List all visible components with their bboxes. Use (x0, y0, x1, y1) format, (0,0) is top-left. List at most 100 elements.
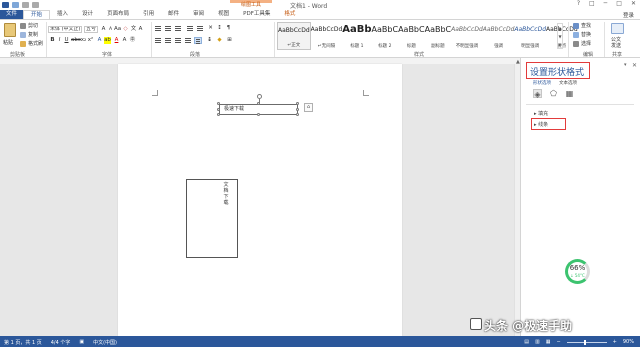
tab-insert[interactable]: 插入 (50, 10, 75, 19)
style-item[interactable]: AaBbC 标题 (398, 22, 425, 50)
styles-scroll[interactable]: ▲ ▼ ▾ (557, 23, 563, 49)
char-border-icon[interactable]: A (137, 26, 144, 33)
zoom-slider[interactable] (566, 339, 607, 345)
change-case-button[interactable]: Aa (114, 26, 121, 33)
read-mode-icon[interactable]: ▤ (524, 339, 529, 345)
resize-handle[interactable] (217, 102, 220, 105)
shading-icon[interactable]: ◆ (216, 37, 223, 44)
font-size-select[interactable]: 五号 (84, 26, 98, 33)
replace-button[interactable]: 替换 (573, 31, 591, 38)
language[interactable]: 中文(中国) (93, 339, 117, 346)
pane-close-icon[interactable]: ✕ (632, 62, 637, 69)
zoom-level[interactable]: 90% (623, 339, 634, 345)
resize-handle[interactable] (296, 113, 299, 116)
clear-format-icon[interactable]: ◇ (122, 26, 129, 33)
maximize-button[interactable]: □ (616, 0, 622, 7)
redo-icon[interactable] (32, 2, 39, 8)
zoom-thumb[interactable] (583, 339, 586, 345)
help-button[interactable]: ? (577, 0, 580, 7)
style-item[interactable]: AaBbCcDd 不明显强调 (451, 22, 483, 50)
layout-options-button[interactable]: ⌂ (304, 103, 313, 112)
resize-handle[interactable] (257, 113, 260, 116)
bold-button[interactable]: B (49, 37, 56, 44)
copy-button[interactable]: 复制 (20, 31, 38, 38)
sort-icon[interactable]: ↕ (216, 25, 223, 32)
tab-shape-options[interactable]: 形状选项 (533, 80, 551, 86)
tab-view[interactable]: 视图 (211, 10, 236, 19)
print-layout-icon[interactable]: ▥ (535, 339, 540, 345)
minimize-button[interactable]: ─ (604, 0, 608, 7)
phonetic-guide-icon[interactable]: 文 (130, 26, 137, 33)
undo-icon[interactable] (22, 2, 29, 8)
fill-line-icon[interactable]: ◈ (533, 89, 542, 99)
line-spacing-icon[interactable]: ↨ (206, 37, 213, 44)
tab-review[interactable]: 审阅 (186, 10, 211, 19)
tab-format[interactable]: 格式 (277, 10, 302, 19)
chevron-up-icon[interactable]: ▲ (558, 26, 561, 31)
style-item[interactable]: AaBbC 标题 2 (372, 22, 399, 50)
login-link[interactable]: 登录 (623, 11, 634, 19)
show-marks-icon[interactable]: ¶ (225, 25, 232, 32)
tab-home[interactable]: 开始 (23, 10, 51, 19)
chevron-down-icon[interactable]: ▼ (558, 34, 561, 39)
resize-handle[interactable] (296, 108, 299, 111)
zoom-in-icon[interactable]: + (613, 339, 617, 345)
style-item[interactable]: AaBb 标题 1 (342, 22, 371, 50)
tab-text-options[interactable]: 文本选项 (559, 80, 577, 86)
bullets-icon[interactable] (154, 25, 162, 32)
tab-references[interactable]: 引用 (136, 10, 161, 19)
tab-layout[interactable]: 页面布局 (100, 10, 136, 19)
zoom-out-icon[interactable]: − (556, 339, 560, 345)
shrink-font-button[interactable]: A (107, 26, 114, 33)
style-item[interactable]: AaBbCcDd ↵正文 (277, 22, 311, 50)
pane-options-icon[interactable]: ▾ (624, 62, 627, 68)
highlight-icon[interactable]: ab (104, 37, 111, 44)
resize-handle[interactable] (257, 102, 260, 105)
superscript-button[interactable]: x² (87, 37, 94, 44)
italic-button[interactable]: I (56, 37, 63, 44)
numbering-icon[interactable] (164, 25, 172, 32)
subscript-button[interactable]: x₂ (80, 37, 87, 44)
align-left-icon[interactable] (154, 37, 162, 44)
share-line2[interactable]: 发送 (611, 42, 621, 49)
strikethrough-button[interactable]: abc (71, 37, 81, 44)
web-layout-icon[interactable]: ▦ (546, 339, 551, 345)
font-name-select[interactable]: 宋体 (中文正) (48, 26, 82, 33)
paste-button[interactable]: 粘贴 (3, 39, 13, 46)
underline-button[interactable]: U (63, 37, 70, 44)
size-properties-icon[interactable]: ▦ (565, 89, 574, 98)
char-shading-icon[interactable]: A (121, 37, 128, 44)
tab-mailings[interactable]: 邮件 (161, 10, 186, 19)
decrease-indent-icon[interactable] (186, 25, 194, 32)
borders-icon[interactable]: ⊞ (226, 37, 233, 44)
distribute-icon[interactable] (194, 37, 202, 44)
share-doc-icon[interactable] (611, 23, 624, 34)
resize-handle[interactable] (217, 113, 220, 116)
resize-handle[interactable] (296, 102, 299, 105)
proofing-icon[interactable]: ▣ (79, 339, 84, 346)
paste-icon[interactable] (4, 23, 16, 37)
align-center-icon[interactable] (164, 37, 172, 44)
text-box-vertical[interactable] (186, 179, 238, 258)
grow-font-button[interactable]: A (100, 26, 107, 33)
word-count[interactable]: 4/4 个字 (51, 339, 71, 346)
fill-section[interactable]: ▸ 填充 (534, 110, 548, 117)
align-right-icon[interactable] (174, 37, 182, 44)
effects-icon[interactable]: ⬠ (549, 89, 558, 98)
text-effects-icon[interactable]: A (96, 37, 103, 44)
enclose-char-icon[interactable]: ㊥ (129, 37, 136, 44)
ribbon-display-button[interactable]: □ (589, 0, 595, 7)
justify-icon[interactable] (184, 37, 192, 44)
select-button[interactable]: 选择 (573, 40, 591, 47)
more-icon[interactable]: ▾ (559, 42, 561, 47)
chinese-layout-icon[interactable]: ✕ (207, 25, 214, 32)
tab-design[interactable]: 设计 (75, 10, 100, 19)
format-painter-button[interactable]: 格式刷 (20, 40, 43, 47)
find-button[interactable]: 查找 (573, 22, 591, 29)
resize-handle[interactable] (217, 108, 220, 111)
cut-button[interactable]: 剪切 (20, 22, 38, 29)
tab-pdf-tools[interactable]: PDF工具集 (236, 10, 277, 19)
style-item[interactable]: AaBbCcDd ↵无间隔 (311, 22, 343, 50)
increase-indent-icon[interactable] (196, 25, 204, 32)
font-color-icon[interactable]: A (113, 37, 120, 44)
